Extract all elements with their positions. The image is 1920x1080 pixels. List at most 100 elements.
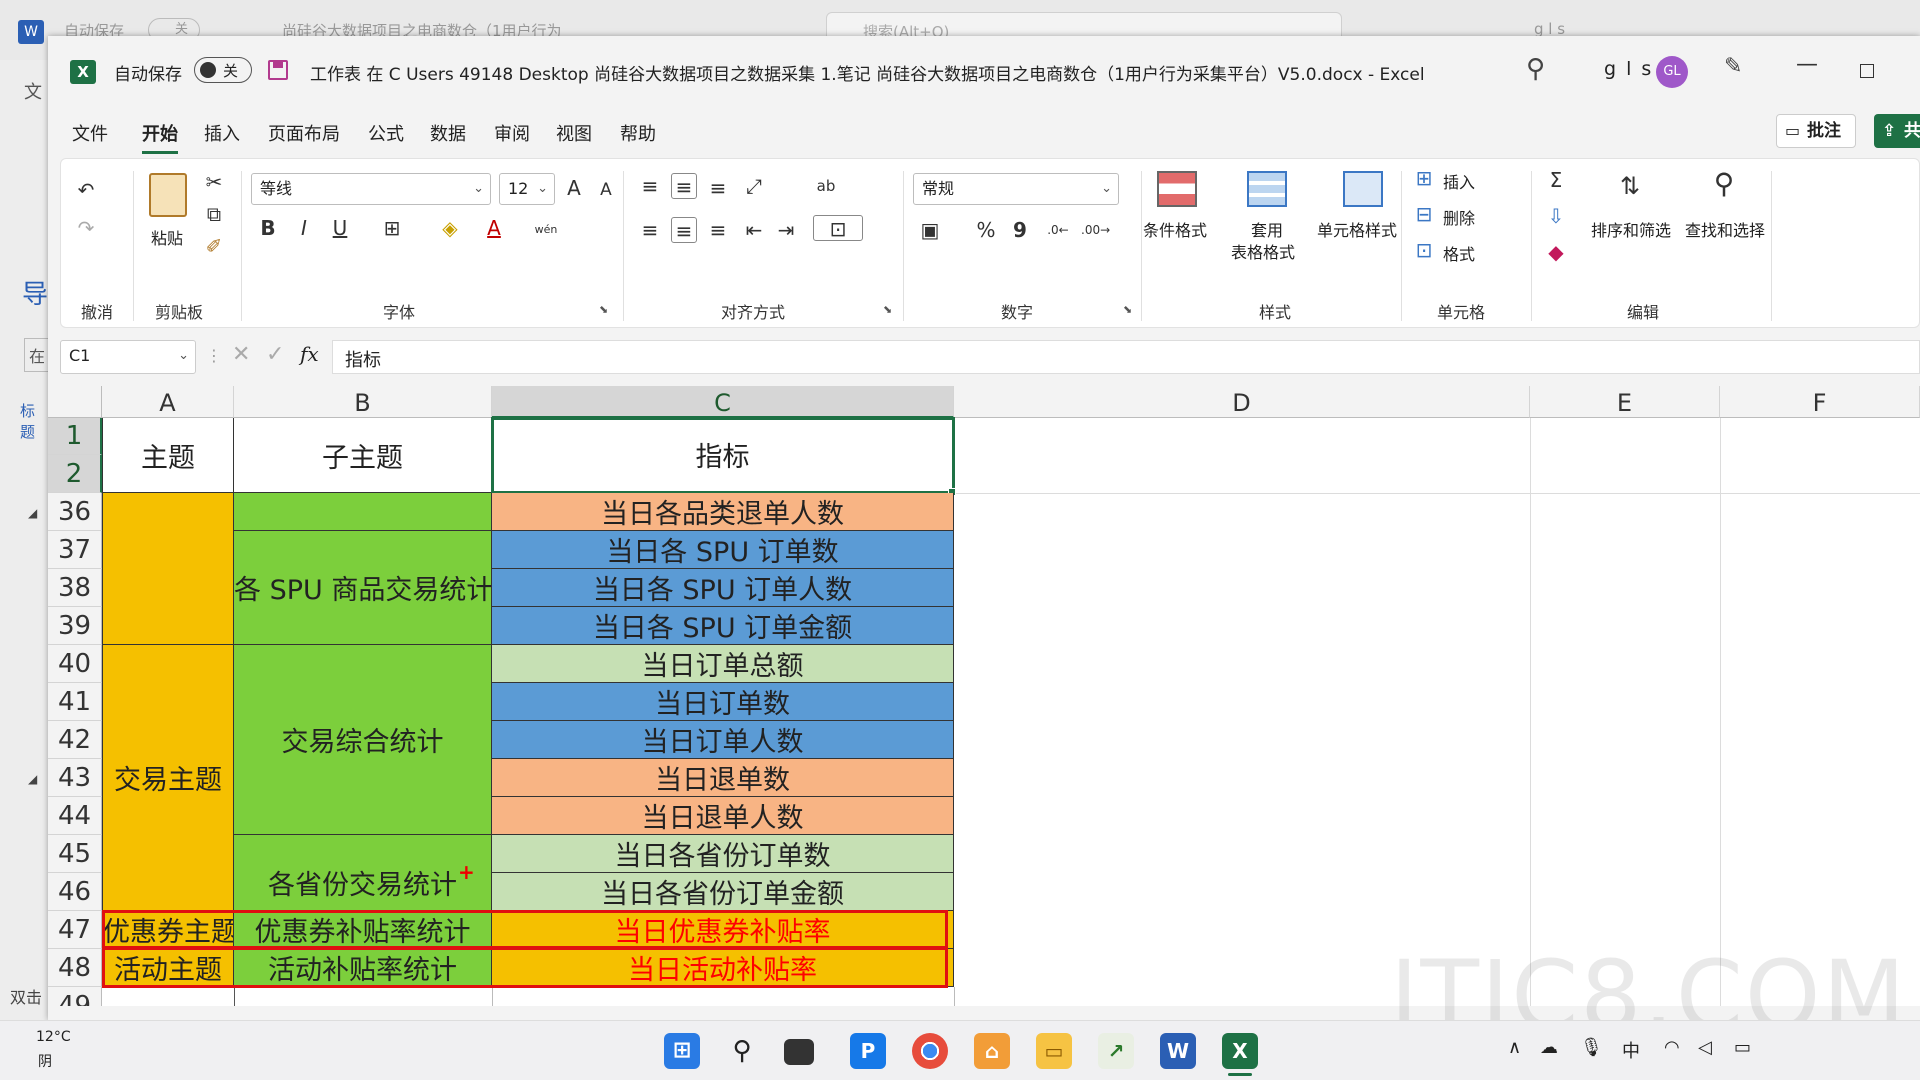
header-cell-subject[interactable]: 主题 [102, 418, 234, 493]
row-header[interactable]: 49 [48, 987, 102, 1006]
align-bottom-icon[interactable]: ≡ [705, 175, 731, 201]
orientation-icon[interactable]: ⤢ [741, 173, 767, 199]
cell-metric[interactable]: 当日各 SPU 订单数 [492, 531, 954, 569]
cell-metric[interactable]: 当日各 SPU 订单金额 [492, 607, 954, 645]
format-as-table-icon[interactable] [1247, 171, 1287, 207]
font-size-combo[interactable]: 12 ⌄ [499, 173, 555, 205]
conditional-format-icon[interactable] [1157, 171, 1197, 207]
italic-button[interactable]: I [291, 215, 317, 241]
align-left-icon[interactable]: ≡ [637, 217, 663, 243]
increase-indent-icon[interactable]: ⇥ [773, 217, 799, 243]
cell-metric[interactable]: 当日订单人数 [492, 721, 954, 759]
phonetic-icon[interactable]: wén [533, 217, 559, 243]
format-as-table-label[interactable]: 套用 [1251, 217, 1283, 241]
avatar[interactable]: GL [1656, 56, 1688, 88]
row-header[interactable]: 46 [48, 873, 102, 911]
row-header[interactable]: 43 [48, 759, 102, 797]
number-format-combo[interactable]: 常规 ⌄ [913, 173, 1119, 205]
column-header-c[interactable]: C [492, 386, 954, 418]
row-header[interactable]: 37 [48, 531, 102, 569]
tab-formulas[interactable]: 公式 [368, 120, 404, 146]
row-header[interactable]: 48 [48, 949, 102, 987]
paste-label[interactable]: 粘贴 [151, 225, 183, 249]
search-icon[interactable]: ⚲ [724, 1033, 760, 1069]
comma-button[interactable]: 9 [1007, 217, 1033, 243]
search-icon[interactable]: ⚲ [1526, 54, 1545, 84]
microphone-icon[interactable]: 🎙 [1580, 1037, 1603, 1058]
align-center-icon[interactable]: ≡ [671, 217, 697, 243]
row-header[interactable]: 2 [48, 455, 102, 493]
decrease-font-icon[interactable]: A [593, 177, 619, 203]
row-header[interactable]: 45 [48, 835, 102, 873]
insert-cells-label[interactable]: 插入 [1443, 169, 1475, 193]
sort-filter-label[interactable]: 排序和筛选 [1591, 217, 1671, 241]
align-top-icon[interactable]: ≡ [637, 173, 663, 199]
header-cell-metric[interactable]: 指标 [491, 417, 955, 494]
spreadsheet-grid[interactable]: A B C D E F 1 2 36 37 38 39 40 41 42 43 … [48, 386, 1920, 1006]
increase-font-icon[interactable]: A [561, 175, 587, 201]
column-header-a[interactable]: A [102, 386, 234, 418]
cell-metric[interactable]: 当日订单数 [492, 683, 954, 721]
column-header-f[interactable]: F [1720, 386, 1920, 418]
align-right-icon[interactable]: ≡ [705, 217, 731, 243]
row-header[interactable]: 41 [48, 683, 102, 721]
comments-button[interactable]: ▭ 批注 [1776, 114, 1856, 148]
cell-styles-icon[interactable] [1343, 171, 1383, 207]
merge-center-icon[interactable]: ⊡ [813, 215, 863, 241]
fill-color-icon[interactable]: ◈ [437, 215, 463, 241]
app-chart-icon[interactable]: ↗ [1098, 1033, 1134, 1069]
autosum-icon[interactable]: Σ [1543, 167, 1569, 193]
cell-metric[interactable]: 当日各品类退单人数 [492, 493, 954, 531]
word-icon[interactable]: W [1160, 1033, 1196, 1069]
tab-data[interactable]: 数据 [430, 120, 466, 146]
save-icon[interactable] [268, 60, 288, 80]
pen-icon[interactable]: ✎ [1724, 54, 1742, 79]
row-header[interactable]: 40 [48, 645, 102, 683]
cloud-icon[interactable]: ☁ [1540, 1037, 1558, 1058]
share-button[interactable]: ⇪ 共 [1874, 114, 1920, 148]
more-options-icon[interactable]: ⋮ [206, 346, 222, 365]
tab-review[interactable]: 审阅 [494, 120, 530, 146]
start-icon[interactable]: ⊞ [664, 1033, 700, 1069]
excel-taskbar-icon[interactable]: X [1222, 1033, 1258, 1069]
decrease-decimal-icon[interactable]: .00→ [1081, 217, 1110, 243]
find-select-label[interactable]: 查找和选择 [1685, 217, 1765, 241]
tab-help[interactable]: 帮助 [620, 120, 656, 146]
bold-button[interactable]: B [255, 215, 281, 241]
cell-subtopic[interactable]: 各 SPU 商品交易统计 [234, 531, 492, 645]
format-cells-icon[interactable]: ⊡ [1411, 237, 1437, 263]
header-cell-subtopic[interactable]: 子主题 [234, 418, 492, 493]
tab-file[interactable]: 文件 [72, 120, 108, 146]
row-header[interactable]: 47 [48, 911, 102, 949]
cell-metric[interactable]: 当日各 SPU 订单人数 [492, 569, 954, 607]
formula-input[interactable]: 指标 [332, 340, 1920, 374]
cell-metric[interactable]: 当日退单数 [492, 759, 954, 797]
dialog-launcher-icon[interactable]: ⬊ [883, 303, 892, 316]
underline-button[interactable]: U [327, 215, 353, 241]
row-header[interactable]: 36 [48, 493, 102, 531]
font-color-icon[interactable]: A [481, 215, 507, 241]
copy-icon[interactable]: ⧉ [201, 201, 227, 227]
chrome-icon[interactable] [912, 1033, 948, 1069]
chevron-up-icon[interactable]: ∧ [1508, 1037, 1521, 1058]
row-header[interactable]: 42 [48, 721, 102, 759]
insert-cells-icon[interactable]: ⊞ [1411, 165, 1437, 191]
dialog-launcher-icon[interactable]: ⬊ [599, 303, 608, 316]
accounting-format-icon[interactable]: ▣ [917, 217, 943, 243]
cut-icon[interactable]: ✂ [201, 169, 227, 195]
clear-icon[interactable]: ◆ [1543, 239, 1569, 265]
tab-page-layout[interactable]: 页面布局 [268, 120, 340, 146]
increase-decimal-icon[interactable]: .0← [1045, 217, 1071, 243]
format-painter-icon[interactable]: ✐ [201, 233, 227, 259]
minimize-icon[interactable]: — [1796, 52, 1818, 77]
wifi-icon[interactable]: ◠ [1664, 1037, 1680, 1058]
task-view-icon[interactable] [784, 1039, 814, 1065]
borders-icon[interactable]: ⊞ [379, 215, 405, 241]
tab-home[interactable]: 开始 [142, 120, 178, 154]
column-header-b[interactable]: B [234, 386, 492, 418]
volume-icon[interactable]: ◁ [1698, 1037, 1712, 1058]
collapse-arrow-icon[interactable]: ◢ [28, 506, 37, 520]
tab-view[interactable]: 视图 [556, 120, 592, 146]
ime-indicator[interactable]: 中 [1622, 1037, 1640, 1063]
select-all-corner[interactable] [48, 386, 102, 418]
